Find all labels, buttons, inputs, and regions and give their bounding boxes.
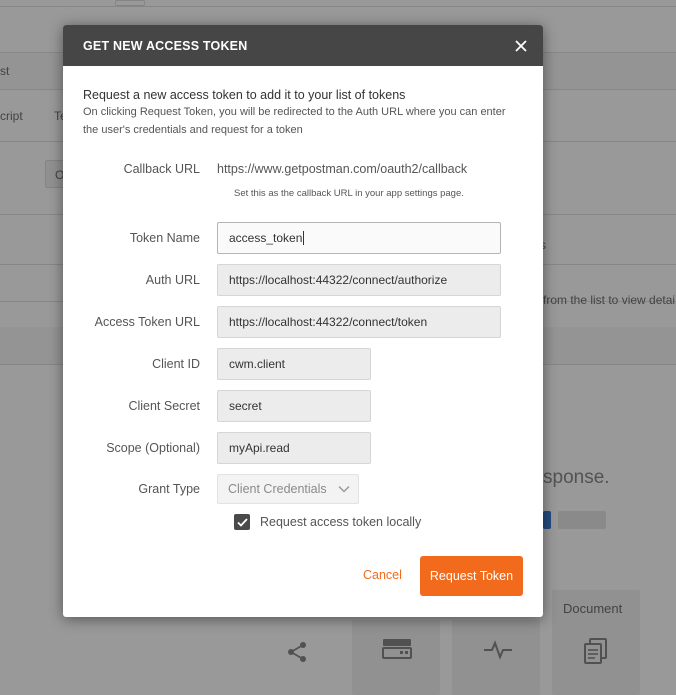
close-button[interactable] — [511, 36, 531, 56]
client-secret-label: Client Secret — [128, 399, 200, 413]
token-name-row: Token Name access_token — [63, 222, 543, 254]
close-icon — [515, 39, 527, 52]
chevron-down-icon — [338, 485, 350, 493]
callback-url-label: Callback URL — [123, 162, 200, 176]
scope-input[interactable]: myApi.read — [217, 432, 371, 464]
auth-url-row: Auth URL https://localhost:44322/connect… — [63, 264, 543, 296]
get-new-access-token-dialog: GET NEW ACCESS TOKEN Request a new acces… — [63, 25, 543, 617]
auth-url-label: Auth URL — [145, 273, 200, 287]
access-token-url-row: Access Token URL https://localhost:44322… — [63, 306, 543, 338]
request-token-button[interactable]: Request Token — [420, 556, 523, 596]
grant-type-row: Grant Type Client Credentials — [63, 474, 543, 504]
token-name-input[interactable]: access_token — [217, 222, 501, 254]
callback-url-value: https://www.getpostman.com/oauth2/callba… — [217, 162, 468, 176]
request-locally-checkbox[interactable] — [234, 514, 250, 530]
request-locally-row: Request access token locally — [234, 514, 421, 530]
auth-url-value: https://localhost:44322/connect/authoriz… — [229, 273, 448, 287]
client-id-value: cwm.client — [229, 357, 286, 371]
grant-type-label: Grant Type — [138, 482, 200, 496]
dialog-title: GET NEW ACCESS TOKEN — [83, 38, 248, 53]
client-secret-row: Client Secret secret — [63, 390, 543, 422]
intro-description: On clicking Request Token, you will be r… — [83, 106, 506, 136]
cancel-button[interactable]: Cancel — [363, 568, 402, 582]
request-locally-label: Request access token locally — [260, 515, 422, 529]
access-token-url-value: https://localhost:44322/connect/token — [229, 315, 428, 329]
intro-title: Request a new access token to add it to … — [83, 88, 406, 102]
scope-label: Scope (Optional) — [106, 441, 200, 455]
grant-type-select[interactable]: Client Credentials — [217, 474, 359, 504]
dialog-header: GET NEW ACCESS TOKEN — [63, 25, 543, 66]
token-name-label: Token Name — [129, 231, 200, 245]
callback-url-row: Callback URL https://www.getpostman.com/… — [63, 162, 543, 176]
access-token-url-label: Access Token URL — [94, 315, 200, 329]
auth-url-input[interactable]: https://localhost:44322/connect/authoriz… — [217, 264, 501, 296]
token-name-value: access_token — [229, 231, 303, 245]
scope-value: myApi.read — [229, 441, 290, 455]
client-secret-value: secret — [229, 399, 262, 413]
grant-type-value: Client Credentials — [228, 482, 327, 496]
callback-url-hint: Set this as the callback URL in your app… — [234, 188, 464, 199]
access-token-url-input[interactable]: https://localhost:44322/connect/token — [217, 306, 501, 338]
client-id-row: Client ID cwm.client — [63, 348, 543, 380]
client-id-label: Client ID — [152, 357, 200, 371]
client-id-input[interactable]: cwm.client — [217, 348, 371, 380]
client-secret-input[interactable]: secret — [217, 390, 371, 422]
scope-row: Scope (Optional) myApi.read — [63, 432, 543, 464]
dialog-intro: Request a new access token to add it to … — [63, 66, 543, 139]
checkmark-icon — [236, 517, 248, 527]
text-caret — [303, 231, 305, 245]
